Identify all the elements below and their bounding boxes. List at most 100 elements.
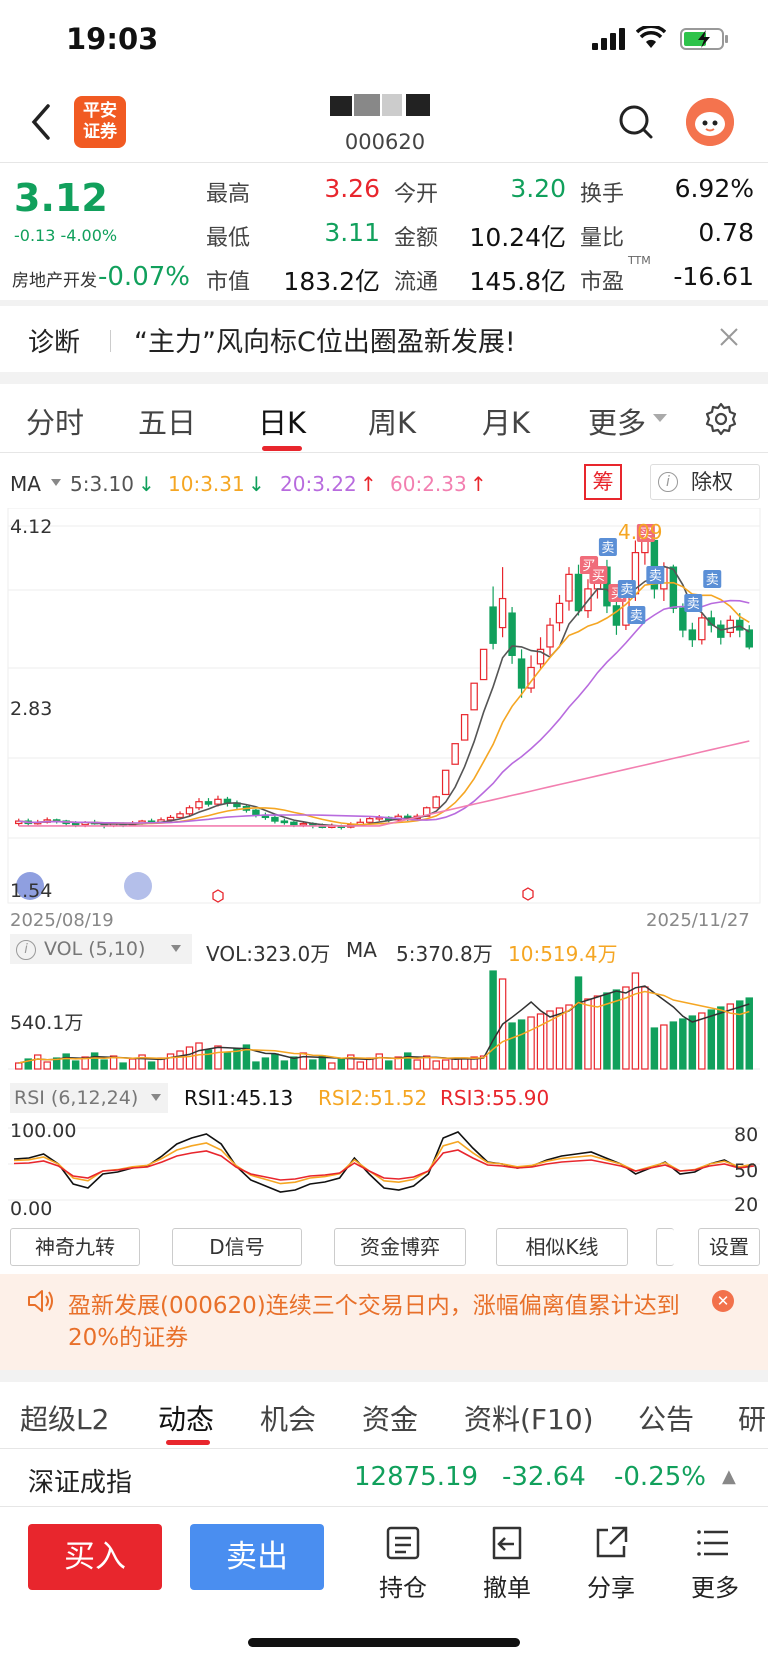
sell-button[interactable]: 卖出 <box>190 1524 324 1590</box>
chip-distribution-button[interactable]: 筹 <box>584 464 622 500</box>
tab-super-l2[interactable]: 超级L2 <box>20 1398 109 1438</box>
buy-button[interactable]: 买入 <box>28 1524 162 1590</box>
dropdown-icon <box>171 945 181 952</box>
volume-bar-down <box>745 997 753 1070</box>
vol-ma10: 10:519.4万 <box>508 942 618 966</box>
tab-opportunity[interactable]: 机会 <box>260 1398 316 1438</box>
zoom-icon <box>124 872 152 900</box>
sector-name[interactable]: 房地产开发 <box>12 266 97 291</box>
share-label: 分享 <box>587 1574 635 1602</box>
tab-five-day[interactable]: 五日 <box>138 400 196 442</box>
sell-marker-label: 卖 <box>620 583 633 598</box>
tool-d-signal[interactable]: D信号 <box>172 1228 302 1266</box>
peak-price-label: 4.09 <box>618 520 663 544</box>
tab-daily-k[interactable]: 日K <box>258 400 306 442</box>
quote-label-amount: 金额 <box>394 226 439 251</box>
tool-partial[interactable] <box>656 1228 674 1266</box>
tab-research[interactable]: 研 <box>738 1398 768 1438</box>
assistant-avatar-icon[interactable] <box>686 98 734 146</box>
vol-ma5-line <box>18 985 750 1064</box>
volume-bar-up <box>375 1053 383 1070</box>
index-value: 12875.19 <box>354 1462 479 1492</box>
volume-bar-up <box>185 1046 194 1070</box>
gear-icon[interactable] <box>704 402 738 436</box>
ma5-value: 5:3.10 <box>70 472 134 496</box>
ma60-trend-up-icon: ↑ <box>470 472 487 496</box>
volume-bar-up <box>15 1062 23 1070</box>
tab-announcements[interactable]: 公告 <box>638 1398 694 1438</box>
quote-value-turnover: 6.92% <box>674 174 754 203</box>
tab-funds[interactable]: 资金 <box>362 1398 418 1438</box>
y-axis-mid-label: 2.83 <box>10 698 53 720</box>
candle-up <box>185 807 194 815</box>
volume-bar-down <box>119 1062 127 1070</box>
quote-value-low: 3.11 <box>324 218 380 247</box>
rsi1-value: RSI1:45.13 <box>184 1086 294 1110</box>
quote-label-high: 最高 <box>206 182 251 207</box>
candle-up <box>166 816 175 821</box>
candle-up <box>698 617 706 641</box>
stock-name-redacted <box>330 94 430 116</box>
volume-bar-down <box>280 1060 289 1070</box>
more-label: 更多 <box>691 1574 739 1602</box>
vol-indicator-selector[interactable]: VOL (5,10) <box>10 934 192 964</box>
tool-similar-k[interactable]: 相似K线 <box>496 1228 628 1266</box>
cancel-order-label: 撤单 <box>483 1574 531 1602</box>
price-change: -0.13 -4.00% <box>14 226 118 245</box>
index-percent: -0.25% <box>614 1462 706 1492</box>
section-gap <box>0 1370 768 1382</box>
rsi-indicator-selector[interactable]: RSI (6,12,24) <box>10 1083 168 1113</box>
active-tab-indicator <box>262 446 302 451</box>
diagnosis-text[interactable]: “主力”风向标C位出圈盈新发展! <box>134 320 516 359</box>
home-indicator[interactable] <box>248 1638 520 1647</box>
tab-intraday[interactable]: 分时 <box>26 400 84 442</box>
tab-weekly-k[interactable]: 周K <box>368 400 416 442</box>
tool-fund-game[interactable]: 资金博弈 <box>334 1228 466 1266</box>
tool-settings[interactable]: 设置 <box>698 1228 760 1266</box>
volume-bar-down <box>679 1018 687 1070</box>
volume-bar-up <box>536 1013 545 1070</box>
volume-bar-up <box>356 1061 365 1070</box>
share-button[interactable]: 分享 <box>576 1524 646 1603</box>
tab-more[interactable]: 更多 <box>588 400 646 442</box>
close-icon[interactable] <box>718 326 740 348</box>
index-name[interactable]: 深证成指 <box>28 1462 132 1499</box>
sell-marker-label: 卖 <box>630 609 643 624</box>
tool-magic-nine[interactable]: 神奇九转 <box>10 1228 140 1266</box>
rsi-chart[interactable] <box>0 1114 768 1214</box>
sector-change: -0.07% <box>98 262 190 292</box>
cancel-order-button[interactable]: 撤单 <box>472 1524 542 1603</box>
expand-up-icon[interactable]: ▲ <box>722 1466 736 1487</box>
tab-dynamics[interactable]: 动态 <box>158 1398 214 1438</box>
vol-ma5: 5:370.8万 <box>396 942 493 966</box>
candle-down <box>688 629 697 641</box>
candle-down <box>745 629 753 648</box>
cellular-signal-icon <box>592 28 625 50</box>
candle-down <box>204 801 213 805</box>
volume-bar-up <box>660 1024 668 1070</box>
dropdown-icon <box>653 414 667 422</box>
rsi1-line <box>13 1131 755 1193</box>
search-icon[interactable] <box>618 104 654 140</box>
rsi-axis-top: 100.00 <box>10 1120 77 1142</box>
close-icon[interactable]: ✕ <box>712 1290 734 1312</box>
volume-bar-up <box>565 1004 573 1070</box>
volume-chart[interactable] <box>0 964 768 1070</box>
candlestick-chart[interactable]: 买买买卖卖买卖卖卖卖 <box>0 508 768 928</box>
volume-bar-down <box>517 1019 526 1070</box>
candle-up <box>441 769 450 796</box>
back-icon[interactable] <box>26 100 56 144</box>
tab-monthly-k[interactable]: 月K <box>482 400 530 442</box>
volume-bar-up <box>584 998 592 1070</box>
tab-f10[interactable]: 资料(F10) <box>464 1398 594 1438</box>
volume-bar-up <box>460 1057 469 1070</box>
candle-up <box>555 602 564 624</box>
position-button[interactable]: 持仓 <box>368 1524 438 1603</box>
volume-bar-up <box>451 1058 459 1070</box>
more-button[interactable]: 更多 <box>680 1524 750 1603</box>
volume-bar-up <box>328 1062 336 1070</box>
divider <box>0 452 768 453</box>
rsi-level-20: 20 <box>734 1194 759 1216</box>
quote-value-pe: -16.61 <box>673 262 754 291</box>
ma-label[interactable]: MA <box>10 472 41 496</box>
